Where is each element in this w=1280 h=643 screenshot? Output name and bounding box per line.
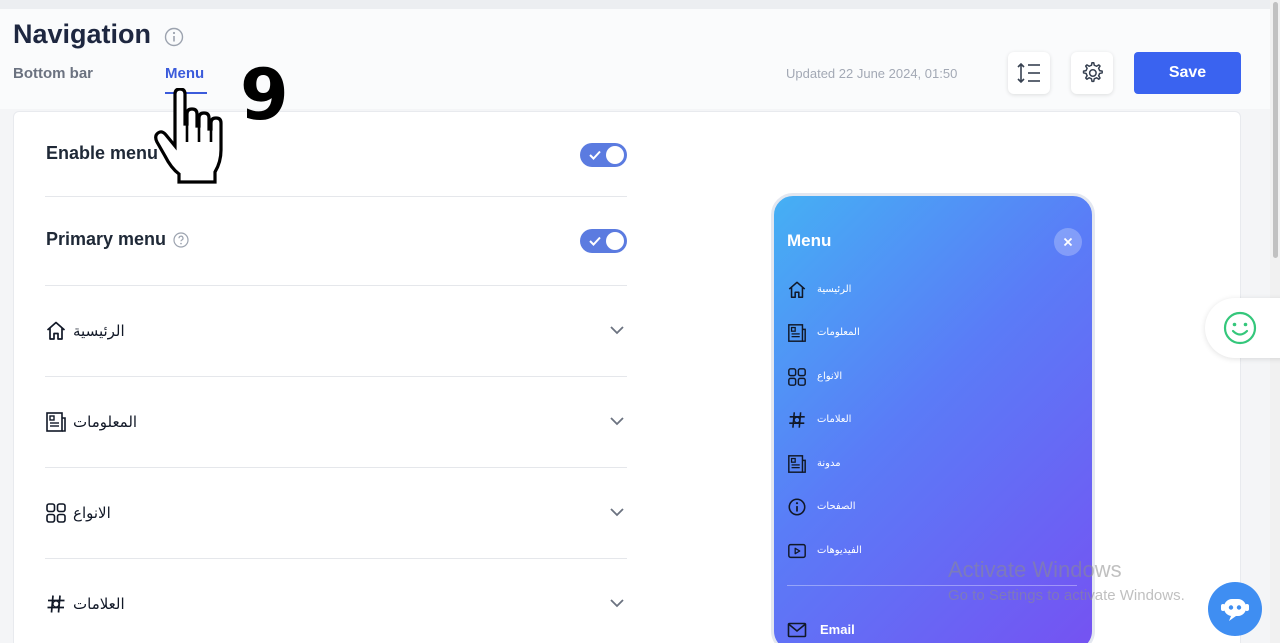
- preview-menu-item[interactable]: الرئيسية: [787, 280, 1067, 302]
- preview-menu-item[interactable]: العلامات: [787, 410, 1067, 432]
- divider: [45, 558, 627, 559]
- check-icon: [589, 150, 601, 160]
- updated-timestamp: Updated 22 June 2024, 01:50: [786, 66, 958, 81]
- divider: [45, 285, 627, 286]
- chevron-down-icon[interactable]: [609, 415, 625, 427]
- preview-item-label: الرئيسية: [817, 284, 852, 295]
- line-spacing-icon: [1017, 62, 1040, 84]
- newspaper-icon: [788, 455, 806, 473]
- enable-menu-label: Enable menu: [46, 143, 159, 163]
- chat-bot-icon: [1221, 599, 1249, 621]
- tab-bottom-bar[interactable]: Bottom bar: [13, 65, 93, 82]
- grid-icon: [788, 368, 806, 386]
- info-icon: [788, 498, 806, 516]
- divider: [45, 196, 627, 197]
- preview-divider: [787, 585, 1077, 586]
- chevron-down-icon[interactable]: [609, 324, 625, 336]
- chevron-down-icon[interactable]: [609, 506, 625, 518]
- grid-icon: [46, 503, 66, 523]
- menu-item-row[interactable]: العلامات: [45, 589, 627, 619]
- preview-item-label: الانواع: [817, 371, 843, 382]
- top-strip: [0, 0, 1270, 9]
- toggle-knob: [606, 146, 624, 164]
- hand-pointer-cursor-icon: [154, 88, 223, 184]
- primary-menu-toggle[interactable]: [580, 229, 627, 253]
- preview-menu-item[interactable]: الصفحات: [787, 497, 1067, 519]
- menu-item-label: الرئيسية: [73, 322, 125, 340]
- newspaper-icon: [46, 412, 66, 432]
- chat-support-button[interactable]: [1208, 582, 1262, 636]
- toggle-knob: [606, 232, 624, 250]
- check-icon: [589, 236, 601, 246]
- preview-email-label: Email: [820, 622, 855, 637]
- enable-menu-toggle[interactable]: [580, 143, 627, 167]
- preview-menu-item[interactable]: المعلومات: [787, 323, 1067, 345]
- menu-item-label: المعلومات: [73, 413, 138, 431]
- menu-item-row[interactable]: المعلومات: [45, 407, 627, 437]
- home-icon: [788, 281, 806, 299]
- line-spacing-button[interactable]: [1008, 52, 1050, 94]
- gear-icon: [1082, 61, 1103, 83]
- menu-item-row[interactable]: الانواع: [45, 498, 627, 528]
- help-icon[interactable]: [173, 232, 189, 248]
- hashtag-icon: [47, 595, 65, 613]
- newspaper-icon: [788, 324, 806, 342]
- divider: [45, 376, 627, 377]
- preview-item-label: الصفحات: [817, 501, 856, 512]
- preview-title: Menu: [787, 231, 832, 250]
- settings-button[interactable]: [1071, 52, 1113, 94]
- preview-item-label: العلامات: [817, 414, 852, 425]
- chevron-down-icon[interactable]: [609, 597, 625, 609]
- page-title: Navigation: [13, 19, 152, 49]
- preview-item-label: المعلومات: [817, 327, 860, 338]
- mail-icon: [787, 622, 807, 638]
- scrollbar-thumb[interactable]: [1273, 2, 1278, 258]
- primary-menu-label: Primary menu: [46, 229, 167, 249]
- preview-menu-item[interactable]: مدونة: [787, 454, 1067, 476]
- tutorial-step-number: 9: [240, 54, 289, 136]
- preview-menu-item[interactable]: الانواع: [787, 367, 1067, 389]
- save-button[interactable]: Save: [1134, 52, 1241, 94]
- menu-item-label: الانواع: [73, 504, 111, 522]
- preview-item-label: الفيديوهات: [817, 545, 862, 556]
- home-icon: [46, 321, 66, 340]
- info-icon[interactable]: [164, 27, 184, 47]
- smiley-icon: [1223, 311, 1257, 345]
- close-icon: [1063, 237, 1073, 247]
- divider: [45, 467, 627, 468]
- preview-email-link[interactable]: Email: [787, 620, 987, 642]
- preview-close-button[interactable]: [1054, 228, 1082, 256]
- hashtag-icon: [789, 412, 805, 428]
- activation-watermark-subtitle: Go to Settings to activate Windows.: [948, 587, 1185, 604]
- video-icon: [788, 543, 806, 559]
- tab-menu[interactable]: Menu: [165, 65, 204, 82]
- menu-item-row[interactable]: الرئيسية: [45, 316, 627, 346]
- preview-item-label: مدونة: [817, 458, 841, 469]
- menu-item-label: العلامات: [73, 595, 125, 613]
- activation-watermark-title: Activate Windows: [948, 557, 1122, 582]
- feedback-widget[interactable]: [1205, 298, 1280, 358]
